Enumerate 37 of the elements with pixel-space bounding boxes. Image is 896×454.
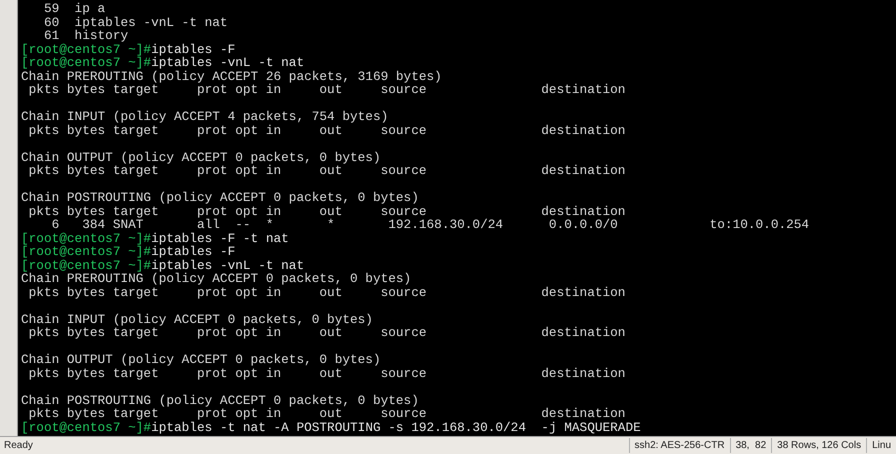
shell-prompt: [root@centos7 ~]# <box>21 420 152 434</box>
status-section: 38 Rows, 126 Cols <box>771 438 866 453</box>
output-line: Chain OUTPUT (policy ACCEPT 0 packets, 0 bytes) <box>21 353 381 366</box>
shell-prompt: [root@centos7 ~]# <box>21 245 152 258</box>
output-line: pkts bytes target prot opt in out source destination <box>28 164 626 178</box>
command-text: iptables -vnL -t nat <box>151 56 304 70</box>
output-line: Chain OUTPUT (policy ACCEPT 0 packets, 0 bytes) <box>21 150 381 164</box>
command-text: iptables -t nat -A POSTROUTING -s 192.168.30.0/24 -j MASQUERADE <box>151 420 641 434</box>
shell-prompt: [root@centos7 ~]# <box>21 42 152 56</box>
output-line: pkts bytes target prot opt in out source destination <box>28 366 626 380</box>
output-line: 6 384 SNAT all -- * * 192.168.30.0/24 0.0.0.0/0 to:10.0.0.254 <box>52 218 810 232</box>
command-text: iptables -vnL -t nat <box>151 258 304 272</box>
output-line: pkts bytes target prot opt in out source destination <box>28 204 626 218</box>
output-line: Chain POSTROUTING (policy ACCEPT 0 packets, 0 bytes) <box>21 191 419 204</box>
output-line: pkts bytes target prot opt in out source destination <box>28 407 626 420</box>
output-line: 59 ip a <box>42 2 106 16</box>
status-text: Ready <box>3 439 34 453</box>
command-text: iptables -F <box>151 42 236 56</box>
output-line: Chain POSTROUTING (policy ACCEPT 0 packets, 0 bytes) <box>21 394 419 407</box>
output-line: pkts bytes target prot opt in out source destination <box>28 286 626 299</box>
status-section: 38, 82 <box>730 438 772 453</box>
output-line: Chain INPUT (policy ACCEPT 0 packets, 0 bytes) <box>21 312 373 326</box>
output-line: pkts bytes target prot opt in out source destination <box>28 83 626 96</box>
status-section: ssh2: AES-256-CTR <box>628 438 730 453</box>
output-line: pkts bytes target prot opt in out source destination <box>28 326 626 340</box>
shell-prompt: [root@centos7 ~]# <box>21 56 152 70</box>
output-line: 61 history <box>42 29 128 42</box>
output-line: Chain PREROUTING (policy ACCEPT 0 packets, 0 bytes) <box>21 272 412 286</box>
status-section: Linu <box>866 438 896 453</box>
output-line: pkts bytes target prot opt in out source destination <box>28 124 626 137</box>
shell-prompt: [root@centos7 ~]# <box>21 232 152 245</box>
output-line: Chain INPUT (policy ACCEPT 4 packets, 754 bytes) <box>21 110 388 124</box>
command-text: iptables -F <box>151 245 236 258</box>
command-text: iptables -F -t nat <box>151 232 289 245</box>
shell-prompt: [root@centos7 ~]# <box>21 258 152 272</box>
output-line: Chain PREROUTING (policy ACCEPT 26 packets, 3169 bytes) <box>21 70 442 83</box>
output-line: 60 iptables -vnL -t nat <box>42 16 228 29</box>
